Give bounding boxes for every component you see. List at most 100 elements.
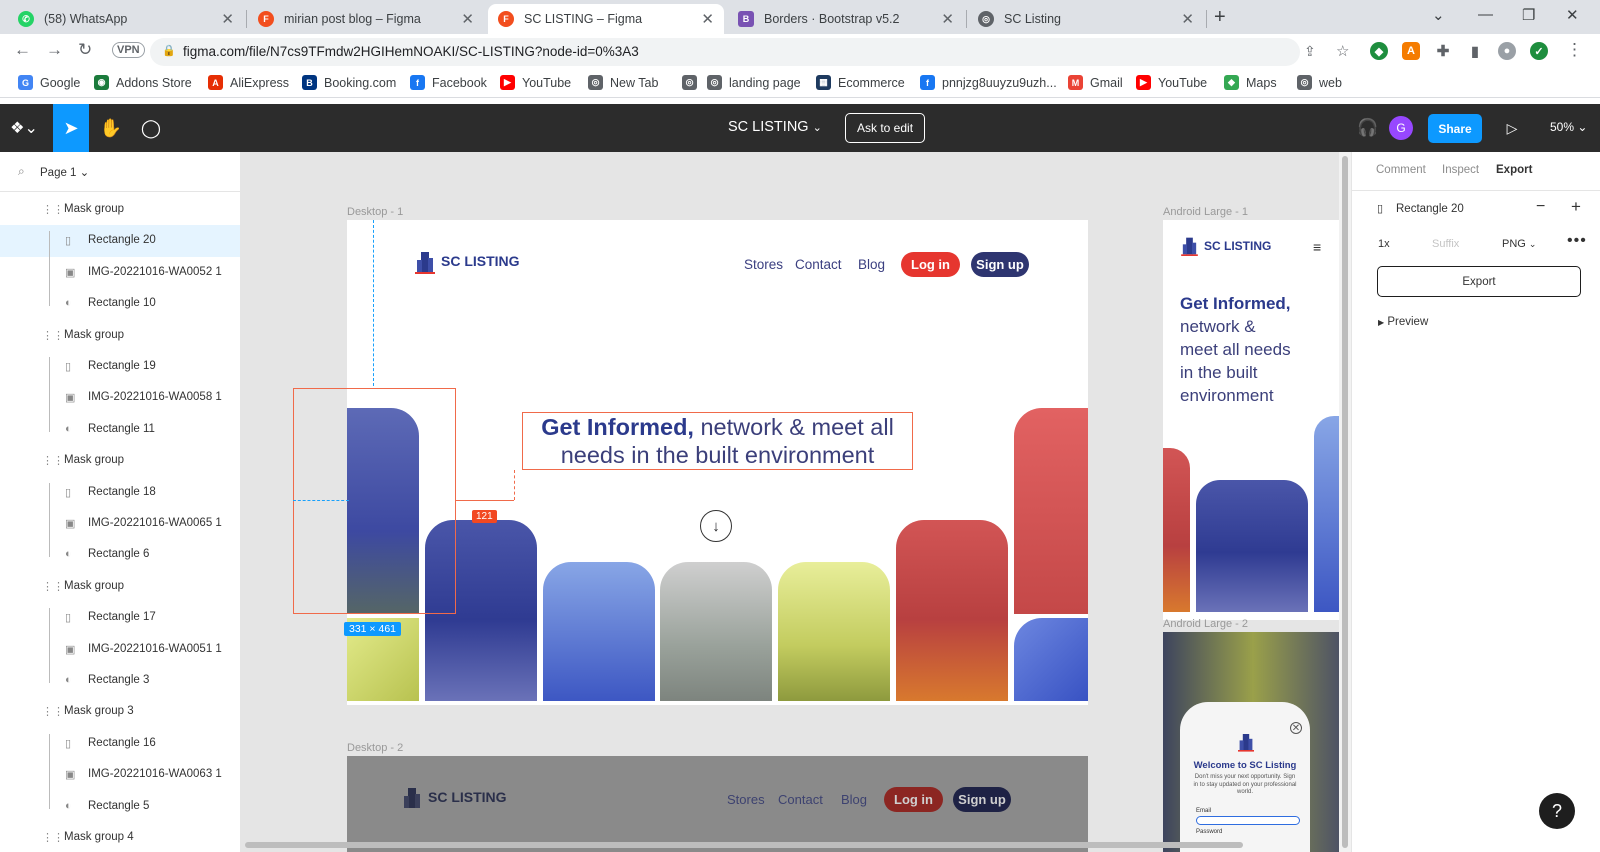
close-icon[interactable]: ✕ [701, 10, 714, 28]
hand-tool-icon[interactable]: ✋ [93, 104, 129, 152]
shield-extension-icon[interactable]: ◆ [1370, 42, 1388, 60]
layer-row[interactable]: ◐ Rectangle 10 [0, 288, 240, 320]
menu-kebab-icon[interactable]: ⋮ [1566, 40, 1583, 60]
bookmark-star-icon[interactable]: ☆ [1336, 42, 1349, 60]
bookmark-item[interactable]: ◎ [682, 75, 704, 90]
layer-row[interactable]: ▣ IMG-20221016-WA0052 1 [0, 257, 240, 289]
layer-row[interactable]: ▣ IMG-20221016-WA0065 1 [0, 508, 240, 540]
tab-whatsapp[interactable]: ✆ (58) WhatsApp ✕ [8, 4, 244, 34]
audio-headphones-icon[interactable]: 🎧 [1350, 104, 1386, 152]
page-label[interactable]: Page 1 ⌄ [40, 165, 89, 179]
layer-row[interactable]: ▯ Rectangle 17 [0, 602, 240, 634]
layer-row[interactable]: ◐ Rectangle 11 [0, 414, 240, 446]
tab-sc-listing-figma[interactable]: F SC LISTING – Figma ✕ [488, 4, 724, 34]
extensions-puzzle-icon[interactable]: ✚ [1434, 42, 1452, 60]
layer-row[interactable]: ◐ Rectangle 6 [0, 539, 240, 571]
tab-inspect[interactable]: Inspect [1442, 164, 1479, 176]
layer-row[interactable]: ⋮⋮ Mask group 3 [0, 696, 240, 728]
frame-label-android-2[interactable]: Android Large - 2 [1163, 618, 1248, 630]
bookmark-item[interactable]: f Facebook [410, 75, 487, 90]
page-selector[interactable]: ⌕ Page 1 ⌄ [0, 152, 240, 192]
more-options-icon[interactable]: ••• [1567, 232, 1587, 250]
frame-android-large-1[interactable]: SC LISTING ≡ Get Informed, network & mee… [1163, 220, 1343, 620]
figma-main-menu-icon[interactable]: ❖⌄ [0, 104, 48, 152]
share-page-icon[interactable]: ⇪ [1304, 43, 1316, 60]
scrollbar-thumb[interactable] [1342, 156, 1348, 848]
comment-tool-icon[interactable]: ◯ [133, 104, 169, 152]
tab-bootstrap-borders[interactable]: B Borders · Bootstrap v5.2 ✕ [728, 4, 964, 34]
new-tab-button[interactable]: + [1214, 6, 1226, 29]
bookmark-item[interactable]: B Booking.com [302, 75, 396, 90]
bookmark-item[interactable]: ◎ web [1297, 75, 1342, 90]
remove-export-icon[interactable]: − [1536, 198, 1545, 216]
export-button[interactable]: Export [1377, 266, 1581, 297]
frame-label-desktop-2[interactable]: Desktop - 2 [347, 742, 403, 754]
layer-row[interactable]: ◐ Rectangle 5 [0, 791, 240, 823]
frame-android-large-2[interactable]: ✕ Welcome to SC Listing Don't miss your … [1163, 632, 1343, 852]
layer-row[interactable]: ▣ IMG-20221016-WA0058 1 [0, 382, 240, 414]
frame-desktop-1[interactable]: SC LISTING Stores Contact Blog Log in Si… [347, 220, 1088, 705]
selection-rectangle-20[interactable] [293, 388, 456, 614]
close-window-icon[interactable]: ✕ [1566, 6, 1579, 24]
close-icon[interactable]: ✕ [1181, 10, 1194, 28]
bookmark-item[interactable]: A AliExpress [208, 75, 289, 90]
close-icon[interactable]: ✕ [221, 10, 234, 28]
tab-comment[interactable]: Comment [1376, 164, 1426, 176]
layer-row[interactable]: ⋮⋮ Mask group [0, 571, 240, 603]
tab-export[interactable]: Export [1496, 164, 1532, 176]
search-icon[interactable]: ⌕ [18, 164, 25, 179]
forward-icon[interactable]: → [46, 40, 63, 60]
extension-a-icon[interactable]: A [1402, 42, 1420, 60]
add-export-icon[interactable]: + [1571, 197, 1581, 217]
url-text[interactable]: figma.com/file/N7cs9TFmdw2HGIHemNOAKI/SC… [183, 44, 639, 59]
layer-row[interactable]: ⋮⋮ Mask group [0, 194, 240, 226]
address-bar[interactable]: 🔒 figma.com/file/N7cs9TFmdw2HGIHemNOAKI/… [150, 38, 1300, 66]
tab-search-icon[interactable]: ⌄ [1432, 6, 1445, 24]
frame-label-android-1[interactable]: Android Large - 1 [1163, 206, 1248, 218]
layer-row[interactable]: ⋮⋮ Mask group [0, 320, 240, 352]
help-button[interactable]: ? [1539, 793, 1575, 829]
layer-row[interactable]: ▯ Rectangle 16 [0, 728, 240, 760]
back-icon[interactable]: ← [14, 40, 31, 60]
bookmark-item[interactable]: ◎ landing page [707, 75, 801, 90]
bookmark-item[interactable]: ▦ Ecommerce [816, 75, 905, 90]
present-play-icon[interactable]: ▷ [1494, 104, 1530, 152]
side-panel-icon[interactable]: ▮ [1466, 42, 1484, 60]
lock-icon[interactable]: 🔒 [162, 44, 176, 57]
bookmark-item[interactable]: ◆ Maps [1224, 75, 1277, 90]
bookmark-item[interactable]: ◉ Addons Store [94, 75, 192, 90]
tab-sc-listing[interactable]: ◎ SC Listing ✕ [968, 4, 1204, 34]
layer-row[interactable]: ⋮⋮ Mask group [0, 445, 240, 477]
bookmark-item[interactable]: G Google [18, 75, 80, 90]
layer-row[interactable]: ▣ IMG-20221016-WA0063 1 [0, 759, 240, 791]
layer-row[interactable]: ▣ IMG-20221016-WA0051 1 [0, 634, 240, 666]
bookmark-item[interactable]: f pnnjzg8uuyzu9uzh... [920, 75, 1057, 90]
file-name[interactable]: SC LISTING ⌄ [728, 119, 822, 135]
share-button[interactable]: Share [1428, 114, 1482, 143]
layer-row[interactable]: ▯ Rectangle 19 [0, 351, 240, 383]
zoom-level[interactable]: 50% ⌄ [1550, 120, 1587, 134]
close-icon[interactable]: ✕ [941, 10, 954, 28]
bookmark-item[interactable]: ▶ YouTube [500, 75, 571, 90]
layer-row[interactable]: ▯ Rectangle 20 [0, 225, 240, 258]
export-suffix-input[interactable]: Suffix [1432, 238, 1459, 250]
bookmark-item[interactable]: ▶ YouTube [1136, 75, 1207, 90]
canvas-vertical-scrollbar[interactable] [1339, 152, 1351, 852]
avatar[interactable]: G [1389, 116, 1413, 140]
extension-check-icon[interactable]: ✓ [1530, 42, 1548, 60]
layer-row[interactable]: ⋮⋮ Mask group 4 [0, 822, 240, 852]
profile-icon[interactable]: ● [1498, 42, 1516, 60]
export-scale[interactable]: 1x [1378, 238, 1390, 250]
frame-label-desktop-1[interactable]: Desktop - 1 [347, 206, 403, 218]
preview-toggle[interactable]: ▶ Preview [1378, 316, 1428, 328]
layer-row[interactable]: ▯ Rectangle 18 [0, 477, 240, 509]
export-format-select[interactable]: PNG ⌄ [1502, 238, 1536, 250]
vpn-badge[interactable]: VPN [112, 42, 145, 58]
move-tool-icon[interactable]: ➤ [53, 104, 89, 152]
restore-icon[interactable]: ❐ [1522, 6, 1535, 24]
bookmark-item[interactable]: M Gmail [1068, 75, 1123, 90]
bookmark-item[interactable]: ◎ New Tab [588, 75, 658, 90]
ask-to-edit-button[interactable]: Ask to edit [845, 113, 926, 143]
frame-desktop-2[interactable]: SC LISTING Stores Contact Blog Log in Si… [347, 756, 1088, 852]
minimize-icon[interactable]: — [1478, 6, 1493, 23]
